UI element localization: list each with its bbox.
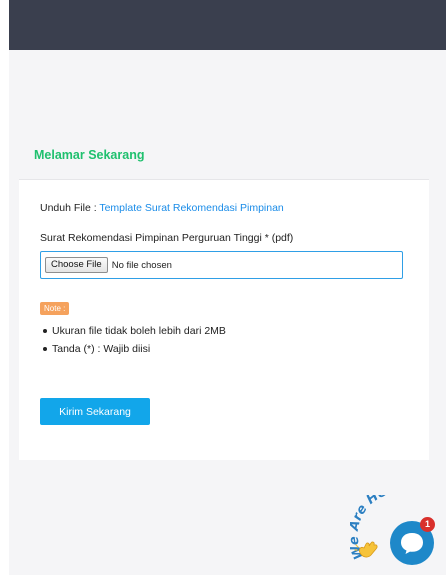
file-status-text: No file chosen <box>111 259 172 271</box>
unread-count-badge: 1 <box>420 517 435 532</box>
file-upload-field[interactable]: Choose File No file chosen <box>40 251 403 279</box>
note-item-filesize: Ukuran file tidak boleh lebih dari 2MB <box>40 322 226 340</box>
download-row: Unduh File : Template Surat Rekomendasi … <box>40 202 284 214</box>
upload-field-label: Surat Rekomendasi Pimpinan Perguruan Tin… <box>40 232 294 244</box>
waving-hand-icon <box>354 541 378 558</box>
section-title: Melamar Sekarang <box>34 148 145 162</box>
top-navbar <box>9 0 446 50</box>
submit-button[interactable]: Kirim Sekarang <box>40 398 150 425</box>
page: Melamar Sekarang Unduh File : Template S… <box>0 0 446 575</box>
note-item-required: Tanda (*) : Wajib diisi <box>40 340 226 358</box>
download-prefix: Unduh File : <box>40 202 100 214</box>
left-edge-strip <box>0 0 9 575</box>
choose-file-button[interactable]: Choose File <box>45 257 108 273</box>
note-badge: Note : <box>40 302 70 315</box>
application-form-card: Unduh File : Template Surat Rekomendasi … <box>19 179 429 460</box>
template-download-link[interactable]: Template Surat Rekomendasi Pimpinan <box>99 202 283 214</box>
note-list: Ukuran file tidak boleh lebih dari 2MB T… <box>40 322 226 358</box>
